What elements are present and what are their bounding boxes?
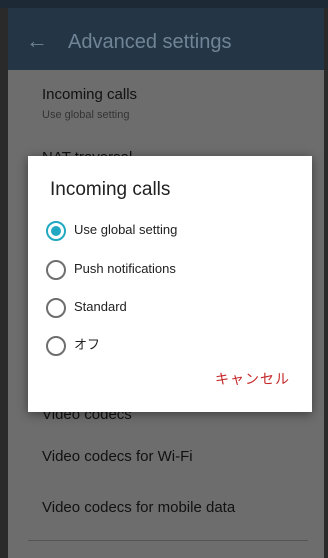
option-label: Push notifications — [74, 261, 176, 276]
dialog-title: Incoming calls — [50, 179, 171, 200]
incoming-calls-dialog: Incoming calls Use global setting Push n… — [28, 156, 312, 412]
setting-video-codecs-mobile[interactable]: Video codecs for mobile data — [8, 488, 324, 534]
option-label: オフ — [74, 337, 101, 352]
setting-title: Video codecs for mobile data — [42, 499, 236, 516]
setting-subtitle: Use global setting — [42, 109, 130, 121]
status-bar — [0, 0, 328, 8]
cancel-button[interactable]: キャンセル — [215, 370, 290, 388]
setting-title: Incoming calls — [42, 86, 138, 103]
option-off[interactable]: オフ — [46, 333, 296, 359]
option-use-global-setting[interactable]: Use global setting — [46, 218, 296, 244]
radio-unchecked-icon[interactable] — [46, 260, 66, 280]
option-label: Standard — [74, 299, 127, 314]
option-push-notifications[interactable]: Push notifications — [46, 257, 296, 283]
option-standard[interactable]: Standard — [46, 295, 296, 321]
radio-unchecked-icon[interactable] — [46, 336, 66, 356]
app-bar: ← Advanced settings — [8, 8, 324, 70]
radio-checked-icon[interactable] — [46, 221, 66, 241]
page-title: Advanced settings — [68, 31, 232, 53]
setting-title: Video codecs for Wi-Fi — [42, 448, 193, 465]
setting-video-codecs-wifi[interactable]: Video codecs for Wi-Fi — [8, 436, 324, 482]
list-divider — [28, 540, 308, 541]
option-label: Use global setting — [74, 222, 178, 237]
setting-incoming-calls[interactable]: Incoming calls Use global setting — [8, 70, 324, 128]
radio-unchecked-icon[interactable] — [46, 298, 66, 318]
back-arrow-icon[interactable]: ← — [26, 30, 48, 52]
